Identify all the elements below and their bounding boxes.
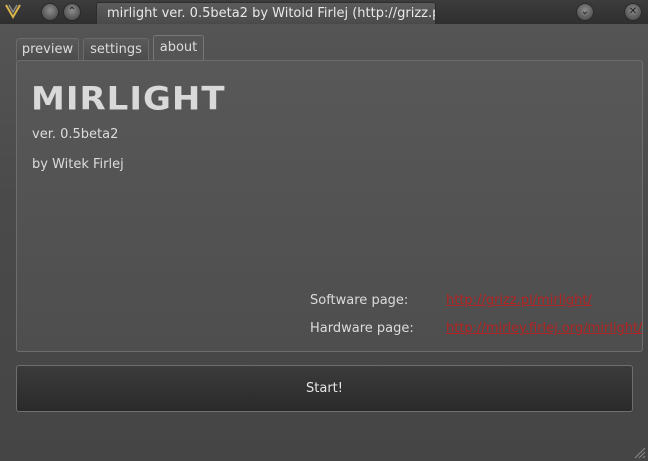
software-page-label: Software page: — [310, 293, 409, 308]
start-button[interactable]: Start! — [16, 365, 633, 412]
main-window: preview settings about MIRLIGHT ver. 0.5… — [0, 24, 648, 461]
hardware-page-link[interactable]: http://mirley.firlej.org/mirlight/ — [446, 321, 642, 336]
title-bar[interactable]: ⌃ mirlight ver. 0.5beta2 by Witold Firle… — [0, 0, 648, 24]
software-page-link[interactable]: http://grizz.pl/mirlight/ — [446, 293, 592, 308]
minimize-button[interactable]: ⌄ — [577, 4, 593, 20]
resize-grip-icon[interactable] — [634, 447, 646, 459]
tab-settings[interactable]: settings — [83, 38, 149, 60]
hardware-page-label: Hardware page: — [310, 321, 414, 336]
close-button[interactable]: ✕ — [625, 4, 641, 20]
tab-about[interactable]: about — [153, 35, 204, 61]
window-title: mirlight ver. 0.5beta2 by Witold Firlej … — [96, 2, 436, 24]
tab-preview[interactable]: preview — [16, 38, 79, 60]
version-text: ver. 0.5beta2 — [32, 127, 119, 142]
app-icon[interactable] — [4, 3, 22, 21]
app-logo: MIRLIGHT — [31, 80, 226, 118]
about-panel: MIRLIGHT ver. 0.5beta2 by Witek Firlej S… — [16, 60, 643, 352]
author-text: by Witek Firlej — [32, 157, 124, 172]
shade-button[interactable]: ⌃ — [64, 4, 80, 20]
on-all-desktops-icon[interactable] — [42, 4, 58, 20]
